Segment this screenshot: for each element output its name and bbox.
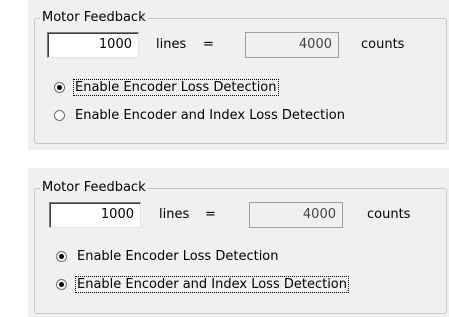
radio-label: Enable Encoder Loss Detection — [77, 248, 279, 264]
group-title: Motor Feedback — [40, 9, 148, 27]
radio-encoder-index-loss[interactable]: Enable Encoder and Index Loss Detection — [54, 105, 346, 125]
radio-encoder-loss[interactable]: Enable Encoder Loss Detection — [54, 77, 279, 97]
lines-label: lines — [156, 37, 187, 52]
lines-input[interactable]: 1000 — [49, 202, 141, 228]
radio-encoder-index-loss[interactable]: Enable Encoder and Index Loss Detection — [56, 274, 350, 294]
motor-feedback-panel-2: Motor Feedback 1000 lines = 4000 counts … — [28, 168, 449, 317]
lines-input[interactable]: 1000 — [47, 32, 139, 58]
radio-button-icon[interactable] — [54, 109, 65, 121]
motor-feedback-groupbox: Motor Feedback 1000 lines = 4000 counts … — [34, 179, 447, 314]
counts-display: 4000 — [249, 202, 343, 228]
radio-label: Enable Encoder and Index Loss Detection — [75, 107, 346, 123]
radio-button-icon[interactable] — [56, 278, 67, 290]
equals-sign: = — [203, 37, 214, 52]
counts-label: counts — [361, 37, 405, 52]
radio-encoder-loss[interactable]: Enable Encoder Loss Detection — [56, 246, 280, 266]
radio-label: Enable Encoder Loss Detection — [73, 78, 279, 96]
motor-feedback-groupbox: Motor Feedback 1000 lines = 4000 counts … — [34, 9, 447, 144]
counts-display: 4000 — [245, 32, 339, 58]
equals-sign: = — [205, 207, 216, 222]
radio-button-icon[interactable] — [54, 81, 65, 93]
lines-label: lines — [159, 207, 190, 222]
counts-label: counts — [367, 207, 411, 222]
group-title: Motor Feedback — [40, 179, 148, 197]
motor-feedback-panel-1: Motor Feedback 1000 lines = 4000 counts … — [28, 0, 449, 150]
radio-button-icon[interactable] — [56, 250, 67, 262]
radio-label: Enable Encoder and Index Loss Detection — [74, 275, 350, 293]
